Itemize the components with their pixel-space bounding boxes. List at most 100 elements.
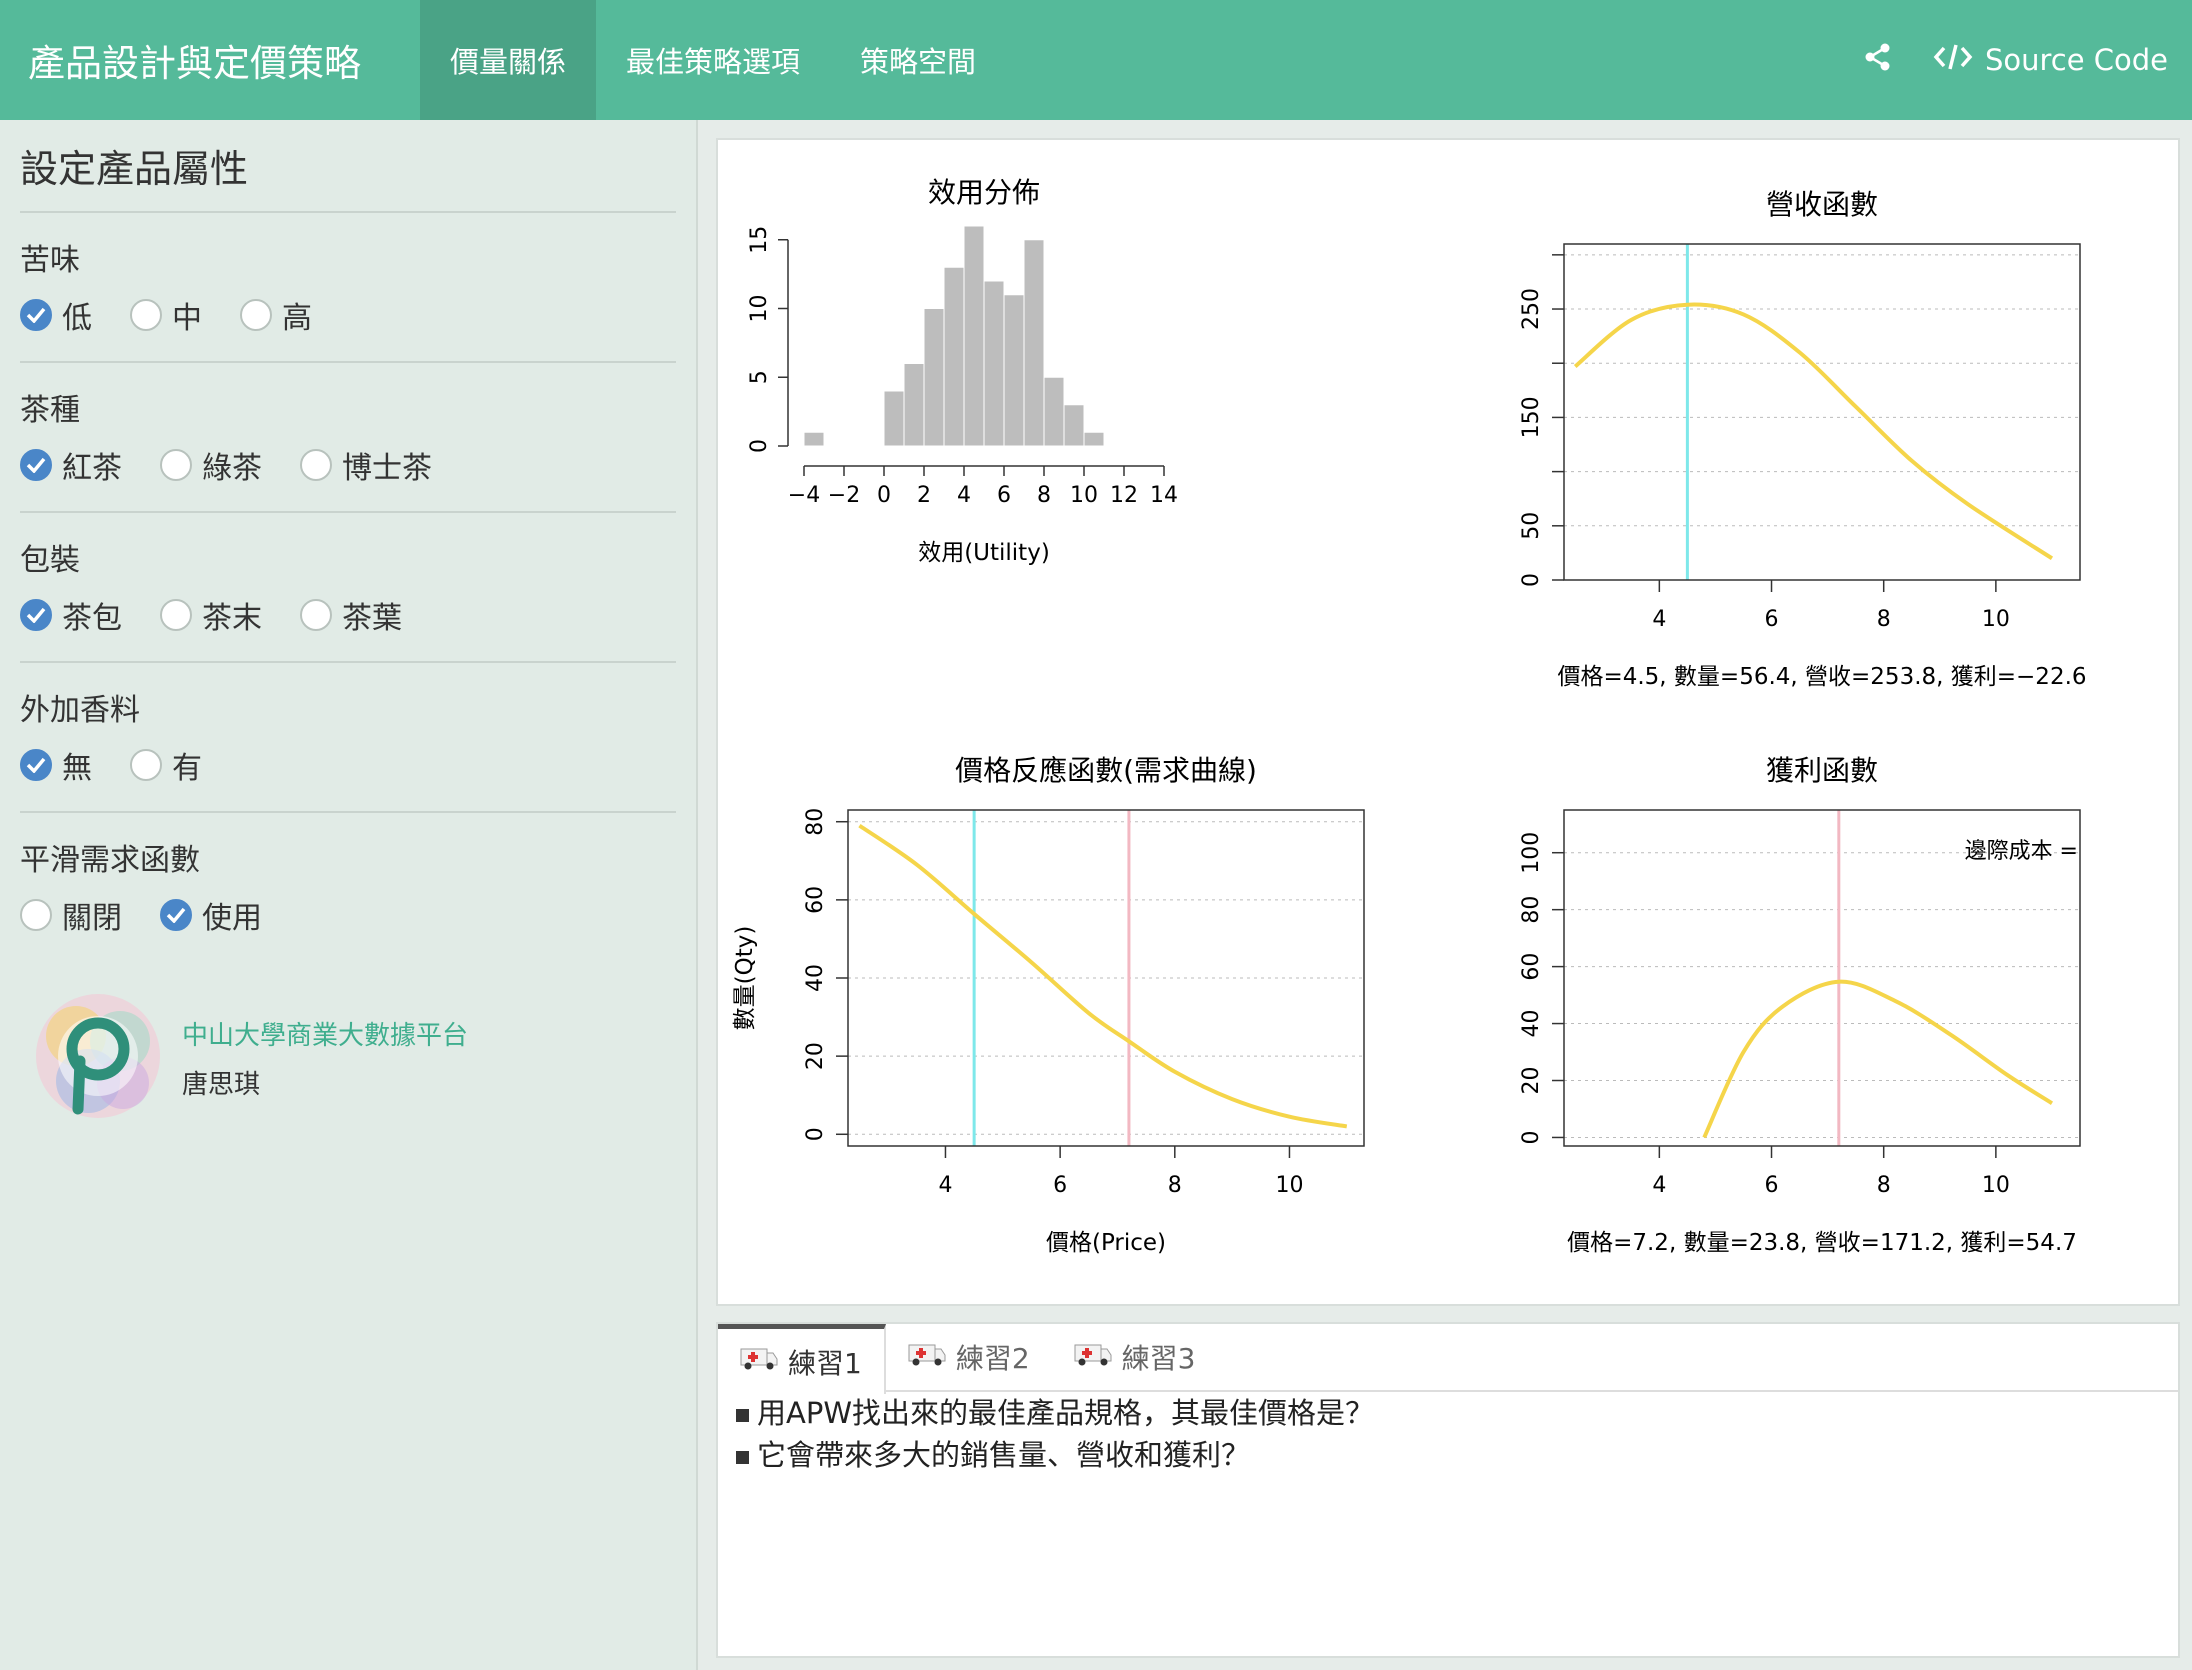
radio-icon[interactable] (300, 599, 332, 631)
tab-best-strategy[interactable]: 最佳策略選項 (596, 0, 830, 120)
tab-strategy-space[interactable]: 策略空間 (830, 0, 1006, 120)
question-1: 用APW找出來的最佳產品規格，其最佳價格是？ (718, 1392, 2178, 1434)
radio-icon[interactable] (300, 449, 332, 481)
chart-profit: 獲利函數 0 20 40 60 80 100 4 6 8 10 價格=7.2, 數量=23.8, 營收… (1519, 754, 2081, 1256)
checked-icon[interactable] (20, 599, 52, 631)
x-tick-label: 6 (997, 483, 1011, 508)
chart-subtitle: 價格=7.2, 數量=23.8, 營收=171.2, 獲利=54.7 (1567, 1230, 2077, 1256)
group-packaging: 包裝 茶包 茶末 茶葉 (20, 513, 676, 663)
option-label: 茶末 (202, 601, 262, 636)
x-tick-label: 4 (938, 1173, 952, 1198)
option-rooibos[interactable]: 博士茶 (300, 443, 432, 487)
option-no-spice[interactable]: 無 (20, 743, 92, 787)
group-smooth-demand: 平滑需求函數 關閉 使用 (20, 813, 676, 961)
org-name[interactable]: 中山大學商業大數據平台 (182, 1015, 468, 1052)
series-line (1702, 979, 2054, 1139)
tab-exercise-3[interactable]: 練習3 (1052, 1324, 1218, 1390)
histogram-bar (803, 431, 825, 447)
x-axis-label: 效用(Utility) (918, 540, 1050, 566)
x-tick-label: 2 (917, 483, 931, 508)
plots-svg: 效用分佈 −4 −2 0 2 4 6 8 10 12 14 0 5 10 15 效用(Utility) 營收函… (732, 176, 2087, 1256)
x-tick-label: −2 (828, 483, 860, 508)
option-smooth-on[interactable]: 使用 (160, 893, 262, 937)
histogram-bar (883, 390, 905, 447)
question-text: 它會帶來多大的銷售量、營收和獲利？ (757, 1438, 1251, 1472)
tab-label: 練習3 (1121, 1342, 1196, 1375)
y-tick-label: 60 (803, 886, 828, 914)
tab-price-quantity[interactable]: 價量關係 (420, 0, 597, 120)
group-label: 平滑需求函數 (20, 843, 200, 878)
question-2: 它會帶來多大的銷售量、營收和獲利？ (718, 1434, 2178, 1476)
series-line (1573, 302, 2054, 561)
option-has-spice[interactable]: 有 (130, 743, 202, 787)
histogram-bar (983, 280, 1005, 447)
checked-icon[interactable] (20, 749, 52, 781)
radio-icon[interactable] (130, 299, 162, 331)
tab-exercise-1[interactable]: 練習1 (718, 1324, 886, 1394)
sidebar-title: 設定產品屬性 (20, 138, 676, 213)
option-label: 茶包 (62, 601, 122, 636)
y-tick-label: 80 (803, 808, 828, 836)
option-tea-bag[interactable]: 茶包 (20, 593, 122, 637)
navbar: 產品設計與定價策略 價量關係 最佳策略選項 策略空間 Source Code (0, 0, 2192, 120)
histogram-bar (1003, 294, 1025, 447)
histogram-bar (1063, 404, 1085, 447)
x-tick-label: 6 (1765, 1173, 1779, 1198)
y-tick-label: 20 (803, 1042, 828, 1070)
ambulance-icon (740, 1345, 778, 1378)
option-green-tea[interactable]: 綠茶 (160, 443, 262, 487)
source-code-link[interactable]: Source Code (1933, 42, 2168, 79)
option-tea-leaf[interactable]: 茶葉 (300, 593, 402, 637)
histogram-bar (1043, 376, 1065, 447)
option-black-tea[interactable]: 紅茶 (20, 443, 122, 487)
x-tick-label: 12 (1110, 483, 1138, 508)
option-smooth-off[interactable]: 關閉 (20, 893, 122, 937)
checked-icon[interactable] (20, 449, 52, 481)
tab-exercise-2[interactable]: 練習2 (886, 1324, 1052, 1390)
plot-panel: 效用分佈 −4 −2 0 2 4 6 8 10 12 14 0 5 10 15 效用(Utility) 營收函… (716, 138, 2180, 1306)
y-tick-label: 60 (1519, 953, 1544, 981)
exercise-tabs: 練習1 練習2 練習3 (718, 1324, 2178, 1394)
radio-icon[interactable] (20, 899, 52, 931)
y-axis-label: 數量(Qty) (732, 926, 758, 1031)
brand-title[interactable]: 產品設計與定價策略 (0, 33, 420, 87)
y-tick-label: 40 (1519, 1010, 1544, 1038)
option-label: 綠茶 (202, 451, 262, 486)
chart-subtitle: 價格=4.5, 數量=56.4, 營收=253.8, 獲利=−22.6 (1557, 664, 2086, 690)
source-code-label: Source Code (1984, 43, 2168, 77)
x-tick-label: −4 (788, 483, 820, 508)
option-label: 博士茶 (342, 451, 432, 486)
option-label: 紅茶 (62, 451, 122, 486)
org-logo-icon (28, 981, 168, 1135)
histogram-bar (943, 266, 965, 447)
radio-icon[interactable] (160, 449, 192, 481)
radio-icon[interactable] (240, 299, 272, 331)
radio-icon[interactable] (130, 749, 162, 781)
group-label: 茶種 (20, 393, 80, 428)
group-label: 外加香料 (20, 693, 140, 728)
tab-label: 練習2 (955, 1342, 1030, 1375)
y-tick-label: 0 (747, 439, 772, 453)
x-tick-label: 0 (877, 483, 891, 508)
ambulance-icon (1074, 1341, 1112, 1374)
share-icon[interactable] (1863, 42, 1893, 79)
y-tick-label: 15 (747, 226, 772, 254)
y-tick-label: 250 (1519, 288, 1544, 330)
x-tick-label: 8 (1037, 483, 1051, 508)
option-bitter-high[interactable]: 高 (240, 293, 312, 337)
nav-right: Source Code (1863, 0, 2168, 120)
sidebar: 設定產品屬性 苦味 低 中 高 茶種 紅茶 綠茶 博士茶 包裝 茶包 茶末 茶葉… (0, 120, 698, 1670)
option-tea-powder[interactable]: 茶末 (160, 593, 262, 637)
option-bitter-low[interactable]: 低 (20, 293, 92, 337)
option-label: 有 (172, 751, 202, 786)
y-tick-label: 5 (747, 370, 772, 384)
question-text: 用APW找出來的最佳產品規格，其最佳價格是？ (757, 1396, 1375, 1430)
option-bitter-mid[interactable]: 中 (130, 293, 202, 337)
x-tick-label: 10 (1982, 607, 2010, 632)
group-tea-type: 茶種 紅茶 綠茶 博士茶 (20, 363, 676, 513)
x-tick-label: 14 (1150, 483, 1178, 508)
checked-icon[interactable] (160, 899, 192, 931)
radio-icon[interactable] (160, 599, 192, 631)
option-label: 關閉 (62, 901, 122, 936)
checked-icon[interactable] (20, 299, 52, 331)
